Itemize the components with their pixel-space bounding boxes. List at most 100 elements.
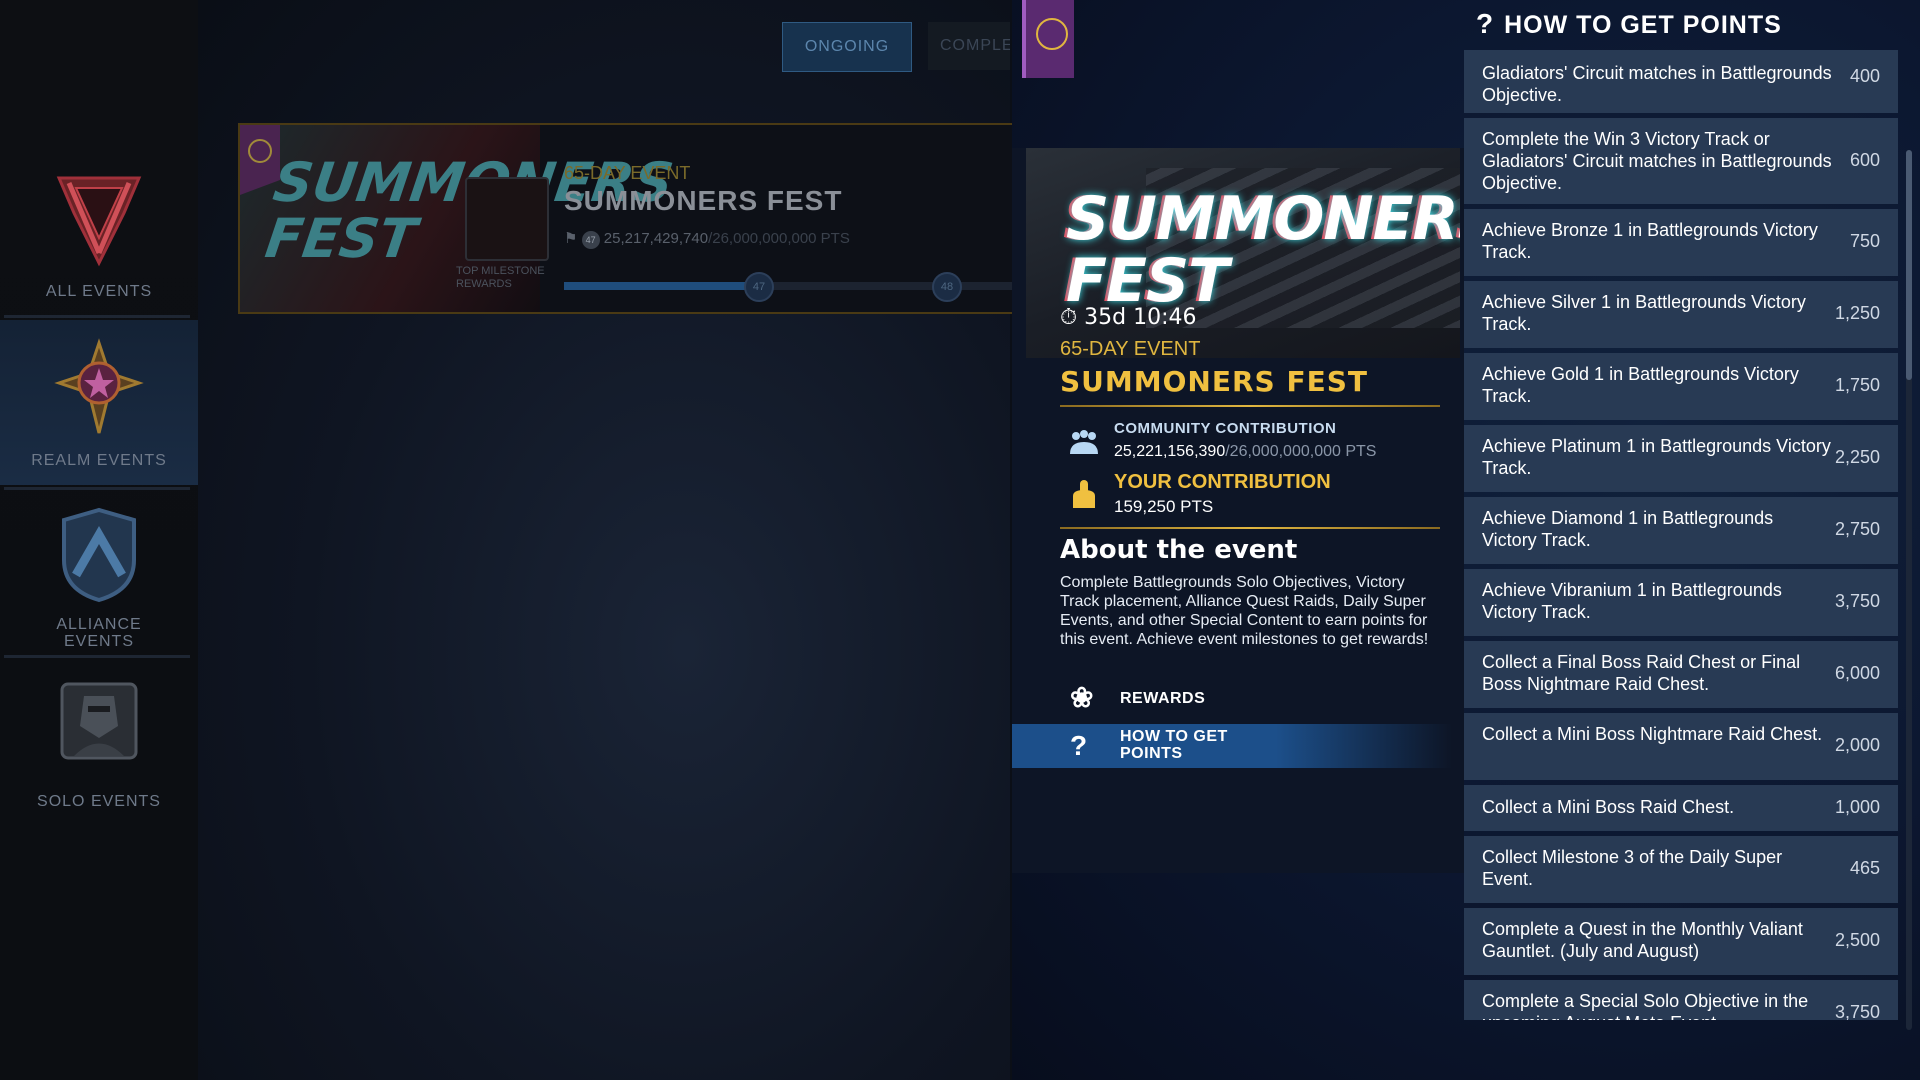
list-item-description: Achieve Gold 1 in Battlegrounds Victory … (1482, 364, 1799, 406)
event-hero-logo: SUMMONERS FEST (1066, 184, 1460, 316)
events-sidebar: ALL EVENTS REALM EVENTS ALLIANCE EVENTS … (0, 0, 198, 1080)
event-timer-value: 35d 10:46 (1084, 305, 1197, 330)
list-item-description: Complete a Quest in the Monthly Valiant … (1482, 919, 1803, 961)
milestone-node-current[interactable]: 47 (744, 272, 774, 302)
sidebar-item-alliance-events[interactable]: ALLIANCE EVENTS (0, 495, 198, 655)
how-to-get-points-heading: HOW TO GET POINTS (1504, 11, 1782, 39)
list-item-description: Achieve Silver 1 in Battlegrounds Victor… (1482, 292, 1806, 334)
milestone-badge: 47 (581, 231, 600, 249)
list-item: Complete the Win 3 Victory Track or Glad… (1464, 118, 1898, 204)
list-item: Achieve Vibranium 1 in Battlegrounds Vic… (1464, 569, 1898, 636)
list-item-points: 3,750 (1834, 1002, 1880, 1020)
list-item: Complete a Special Solo Objective in the… (1464, 980, 1898, 1020)
rewards-label: REWARDS (1120, 690, 1206, 707)
list-item: Collect a Mini Boss Raid Chest. 1,000 (1464, 785, 1898, 831)
gold-divider (1060, 405, 1440, 407)
event-points-value: 25,217,429,740 (603, 230, 709, 247)
question-icon: ? (1476, 8, 1495, 39)
realm-events-icon (54, 338, 144, 434)
community-icon (1070, 430, 1098, 454)
detail-event-type: 65-DAY EVENT (1060, 338, 1201, 360)
sidebar-divider (4, 315, 190, 318)
list-item: Collect a Final Boss Raid Chest or Final… (1464, 641, 1898, 708)
list-item-points: 6,000 (1834, 663, 1880, 683)
solo-events-icon (60, 682, 138, 760)
list-item-points: 465 (1849, 858, 1880, 878)
event-timer: ⏱ 35d 10:46 (1060, 305, 1197, 330)
how-to-get-points-title: ? HOW TO GET POINTS (1476, 8, 1782, 40)
alliance-events-icon (62, 507, 136, 603)
flag-icon: ⚑ (564, 230, 578, 247)
list-item-points: 1,000 (1834, 797, 1880, 817)
sidebar-item-label: REALM EVENTS (31, 452, 167, 469)
list-item: Achieve Diamond 1 in Battlegrounds Victo… (1464, 497, 1898, 564)
list-item: Achieve Gold 1 in Battlegrounds Victory … (1464, 353, 1898, 420)
event-title: SUMMONERS FEST (564, 185, 843, 216)
sidebar-item-all-events[interactable]: ALL EVENTS (0, 160, 198, 310)
list-item-description: Collect a Mini Boss Raid Chest. (1482, 797, 1735, 817)
sidebar-divider (4, 487, 190, 490)
list-item-points: 2,500 (1834, 930, 1880, 950)
sidebar-item-realm-events[interactable]: REALM EVENTS (0, 320, 198, 485)
list-item: Achieve Platinum 1 in Battlegrounds Vict… (1464, 425, 1898, 492)
list-item: Collect a Mini Boss Nightmare Raid Chest… (1464, 713, 1898, 780)
list-item: Achieve Silver 1 in Battlegrounds Victor… (1464, 281, 1898, 348)
list-item-points: 1,250 (1834, 303, 1880, 323)
list-item-description: Gladiators' Circuit matches in Battlegro… (1482, 63, 1832, 105)
detail-event-title: SUMMONERS FEST (1060, 365, 1368, 398)
your-contribution-value: 159,250 PTS (1114, 497, 1214, 516)
realm-banner-icon (240, 125, 280, 195)
sidebar-item-label: ALL EVENTS (45, 283, 153, 300)
gold-divider (1060, 527, 1440, 529)
event-points-max: /26,000,000,000 PTS (708, 230, 850, 247)
how-to-get-points-button[interactable]: ? HOW TO GET POINTS (1012, 724, 1452, 768)
list-item: Collect Milestone 3 of the Daily Super E… (1464, 836, 1898, 903)
list-item-description: Collect a Final Boss Raid Chest or Final… (1482, 652, 1801, 694)
event-progress-fill (564, 282, 762, 290)
sidebar-item-label: ALLIANCE EVENTS (56, 616, 142, 650)
community-contribution-value: 25,221,156,390/26,000,000,000 PTS (1114, 443, 1376, 461)
top-milestone-label: TOP MILESTONE REWARDS (456, 265, 545, 290)
sidebar-divider (4, 655, 190, 658)
how-to-get-points-label: HOW TO GET POINTS (1120, 728, 1228, 762)
event-points: ⚑ 47 25,217,429,740/26,000,000,000 PTS (564, 229, 850, 249)
about-event-text: Complete Battlegrounds Solo Objectives, … (1060, 574, 1429, 648)
list-item-description: Complete a Special Solo Objective in the… (1482, 991, 1809, 1020)
list-item: Complete a Quest in the Monthly Valiant … (1464, 908, 1898, 975)
milestone-node-next[interactable]: 48 (932, 272, 962, 302)
community-contribution-label: COMMUNITY CONTRIBUTION (1114, 420, 1337, 437)
scrollbar-thumb[interactable] (1906, 150, 1912, 380)
list-item-points: 750 (1849, 231, 1880, 251)
rewards-button[interactable]: ❀ REWARDS (1012, 676, 1452, 720)
list-item-points: 400 (1849, 66, 1880, 86)
list-item-description: Achieve Platinum 1 in Battlegrounds Vict… (1482, 436, 1831, 478)
realm-banner-tab (1022, 0, 1074, 78)
points-list-scrollbar[interactable] (1906, 150, 1912, 1030)
list-item-description: Collect a Mini Boss Nightmare Raid Chest… (1482, 724, 1823, 744)
list-item-description: Achieve Diamond 1 in Battlegrounds Victo… (1482, 508, 1774, 550)
sidebar-item-label: SOLO EVENTS (37, 793, 161, 810)
event-card[interactable]: SUMMONERS FEST TOP MILESTONE REWARDS 65-… (238, 123, 1014, 314)
list-item: Achieve Bronze 1 in Battlegrounds Victor… (1464, 209, 1898, 276)
your-contribution-label: YOUR CONTRIBUTION (1114, 471, 1331, 493)
community-points: 25,221,156,390 (1114, 443, 1226, 460)
milestone-reward-thumbnail[interactable] (465, 177, 549, 261)
about-event-heading: About the event (1060, 535, 1298, 565)
list-item-points: 600 (1849, 150, 1880, 170)
community-points-max: /26,000,000,000 PTS (1225, 443, 1377, 460)
list-item-points: 2,000 (1834, 735, 1880, 755)
how-to-get-points-list[interactable]: Gladiators' Circuit matches in Battlegro… (1464, 50, 1898, 1020)
list-item-description: Achieve Bronze 1 in Battlegrounds Victor… (1482, 220, 1818, 262)
all-events-icon (56, 176, 142, 267)
tab-ongoing[interactable]: ONGOING (782, 22, 912, 72)
list-item-points: 1,750 (1834, 375, 1880, 395)
event-type: 65-DAY EVENT (564, 163, 691, 183)
list-item-description: Complete the Win 3 Victory Track or Glad… (1482, 129, 1832, 193)
tab-completed[interactable]: COMPLE (928, 22, 1010, 70)
list-item-points: 2,250 (1834, 447, 1880, 467)
realm-emblem-icon (1036, 18, 1068, 50)
list-item-description: Achieve Vibranium 1 in Battlegrounds Vic… (1482, 580, 1782, 622)
sidebar-item-solo-events[interactable]: SOLO EVENTS (0, 662, 198, 832)
question-icon: ? (1070, 730, 1088, 761)
list-item-description: Collect Milestone 3 of the Daily Super E… (1482, 847, 1783, 889)
